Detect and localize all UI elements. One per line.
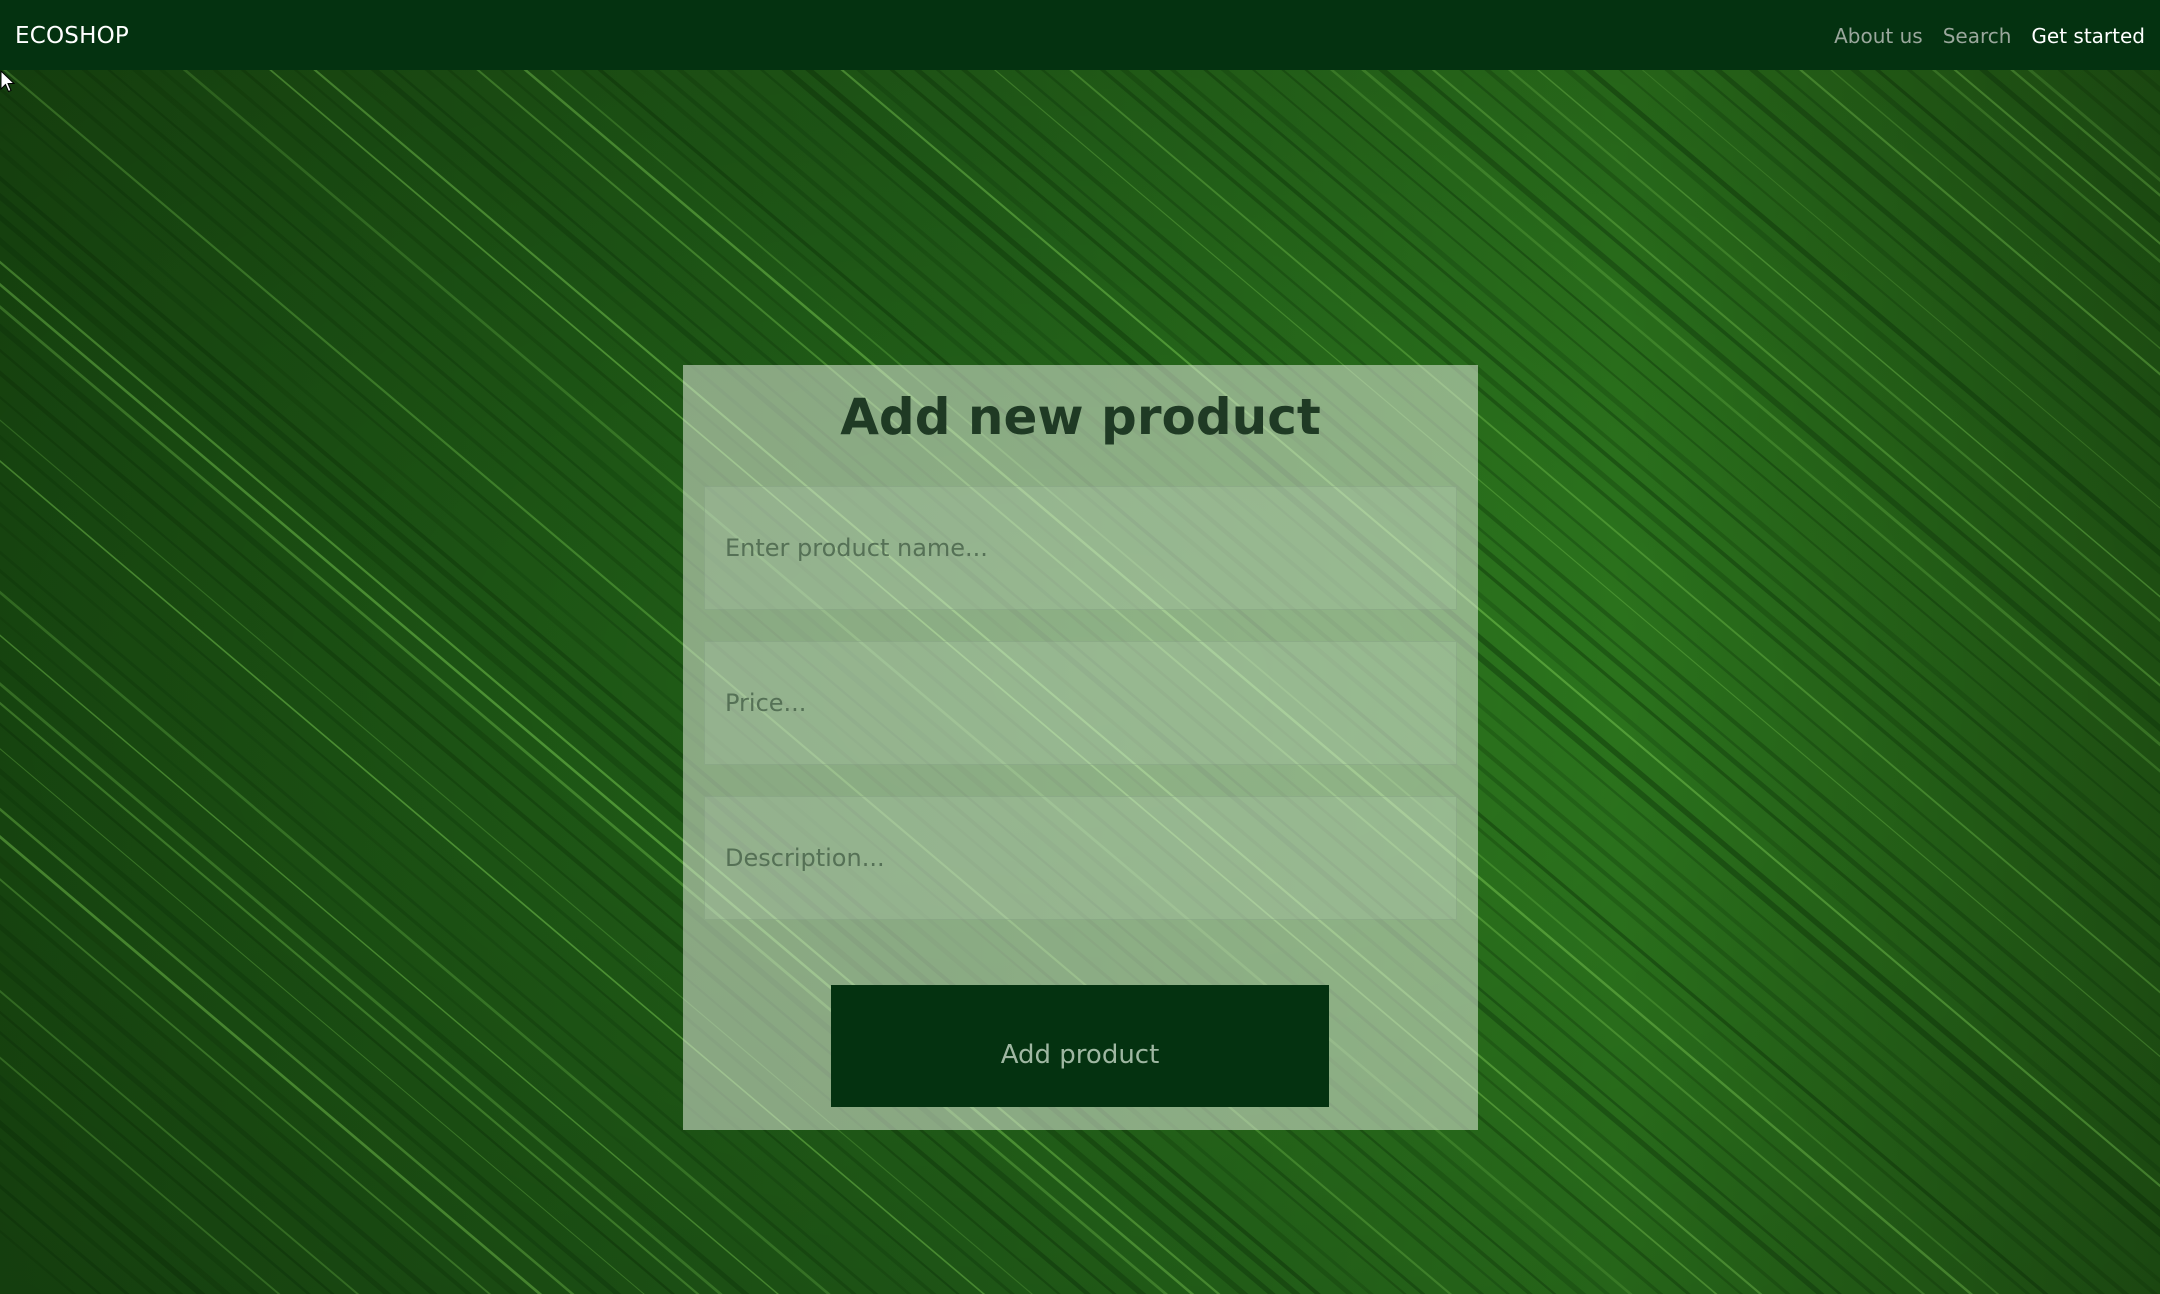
brand-logo-link[interactable]: ECOSHOP <box>15 22 129 50</box>
product-name-input[interactable] <box>704 486 1457 610</box>
nav-link-about-us[interactable]: About us <box>1834 22 1923 50</box>
price-input[interactable] <box>704 641 1457 765</box>
add-product-button[interactable]: Add product <box>831 985 1329 1107</box>
mouse-cursor-icon <box>0 70 16 93</box>
description-input[interactable] <box>704 796 1457 920</box>
add-product-form: Add new product Add product <box>683 365 1478 1130</box>
nav-link-search[interactable]: Search <box>1943 22 2012 50</box>
form-title: Add new product <box>840 388 1321 446</box>
top-navbar: ECOSHOP About us Search Get started <box>0 0 2160 70</box>
nav-link-get-started[interactable]: Get started <box>2031 22 2145 50</box>
leaf-background: Add new product Add product <box>0 70 2160 1294</box>
nav-links: About us Search Get started <box>1834 22 2145 50</box>
